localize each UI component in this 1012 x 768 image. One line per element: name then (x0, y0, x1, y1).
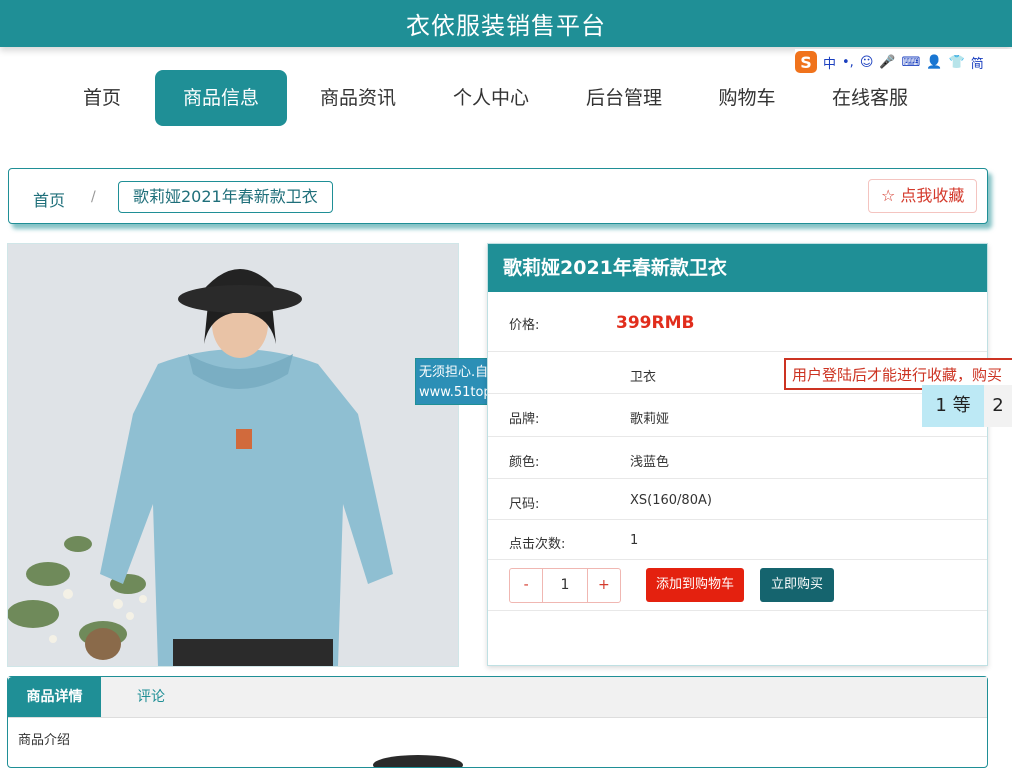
main-nav: 首页 商品信息 商品资讯 个人中心 后台管理 购物车 在线客服 (0, 70, 1012, 126)
quantity-plus-button[interactable]: + (588, 569, 620, 602)
info-row-color: 颜色: 浅蓝色 (488, 436, 987, 479)
breadcrumb: 首页 / 歌莉娅2021年春新款卫衣 ☆ 点我收藏 (8, 168, 988, 224)
quantity-stepper[interactable]: - 1 + (509, 568, 621, 603)
ime-skin-icon[interactable]: 👕 (949, 55, 965, 70)
product-image (7, 243, 459, 667)
nav-cart[interactable]: 购物车 (707, 70, 787, 126)
tab-bar: 商品详情 评论 (8, 677, 987, 718)
favorite-button[interactable]: ☆ 点我收藏 (868, 179, 978, 213)
ime-lang-icon[interactable]: 中 (823, 53, 836, 72)
nav-product-info[interactable]: 商品信息 (155, 70, 287, 126)
nav-personal-center[interactable]: 个人中心 (441, 70, 541, 126)
info-row-brand: 品牌: 歌莉娅 (488, 393, 987, 436)
product-title: 歌莉娅2021年春新款卫衣 (488, 244, 987, 292)
ime-candidate-2[interactable]: 2 (984, 385, 1012, 427)
tab-comments[interactable]: 评论 (137, 677, 165, 717)
detail-tabs: 商品详情 评论 商品介绍 (7, 676, 988, 768)
ime-user-icon[interactable]: 👤 (926, 55, 942, 70)
ime-keyboard-icon[interactable]: ⌨ (902, 55, 921, 70)
ime-simplified-icon[interactable]: 简 (971, 53, 984, 72)
ime-candidate-1[interactable]: 1 等 (922, 385, 984, 427)
quantity-minus-button[interactable]: - (510, 569, 542, 602)
breadcrumb-current[interactable]: 歌莉娅2021年春新款卫衣 (118, 181, 333, 213)
clicks-label: 点击次数: (509, 537, 566, 552)
ime-emoji-icon[interactable]: ☺ (860, 55, 874, 70)
info-row-clicks: 点击次数: 1 (488, 519, 987, 560)
product-intro-heading: 商品介绍 (18, 733, 71, 748)
color-label: 颜色: (509, 455, 540, 470)
clicks-value: 1 (630, 533, 639, 548)
product-info-panel: 歌莉娅2021年春新款卫衣 价格: 399RMB 卫衣 品牌: 歌莉娅 颜色: … (487, 243, 988, 666)
add-to-cart-button[interactable]: 添加到购物车 (646, 568, 745, 602)
nav-admin[interactable]: 后台管理 (574, 70, 674, 126)
header-bar: 衣依服装销售平台 (0, 0, 1012, 47)
product-photo-icon (8, 244, 458, 666)
ime-voice-icon[interactable]: 🎤 (879, 55, 895, 70)
intro-image-icon (373, 755, 463, 767)
tab-product-details[interactable]: 商品详情 (8, 677, 101, 717)
site-title: 衣依服装销售平台 (406, 12, 606, 40)
size-value: XS(160/80A) (630, 493, 712, 508)
color-value: 浅蓝色 (630, 455, 670, 470)
nav-online-service[interactable]: 在线客服 (820, 70, 920, 126)
quantity-input[interactable]: 1 (542, 569, 588, 602)
brand-label: 品牌: (509, 412, 540, 427)
price-label: 价格: (509, 318, 540, 333)
size-label: 尺码: (509, 497, 540, 512)
info-row-size: 尺码: XS(160/80A) (488, 478, 987, 520)
nav-product-news[interactable]: 商品资讯 (308, 70, 408, 126)
breadcrumb-home[interactable]: 首页 (33, 187, 65, 211)
ime-candidate-bar[interactable]: 1 等 2 (922, 385, 1012, 427)
category-value: 卫衣 (630, 370, 657, 385)
breadcrumb-separator: / (91, 189, 96, 205)
buy-now-button[interactable]: 立即购买 (760, 568, 835, 602)
nav-home[interactable]: 首页 (62, 70, 142, 126)
price-value: 399RMB (616, 313, 695, 333)
brand-value: 歌莉娅 (630, 412, 670, 427)
ime-punct-icon[interactable]: •, (842, 55, 854, 70)
